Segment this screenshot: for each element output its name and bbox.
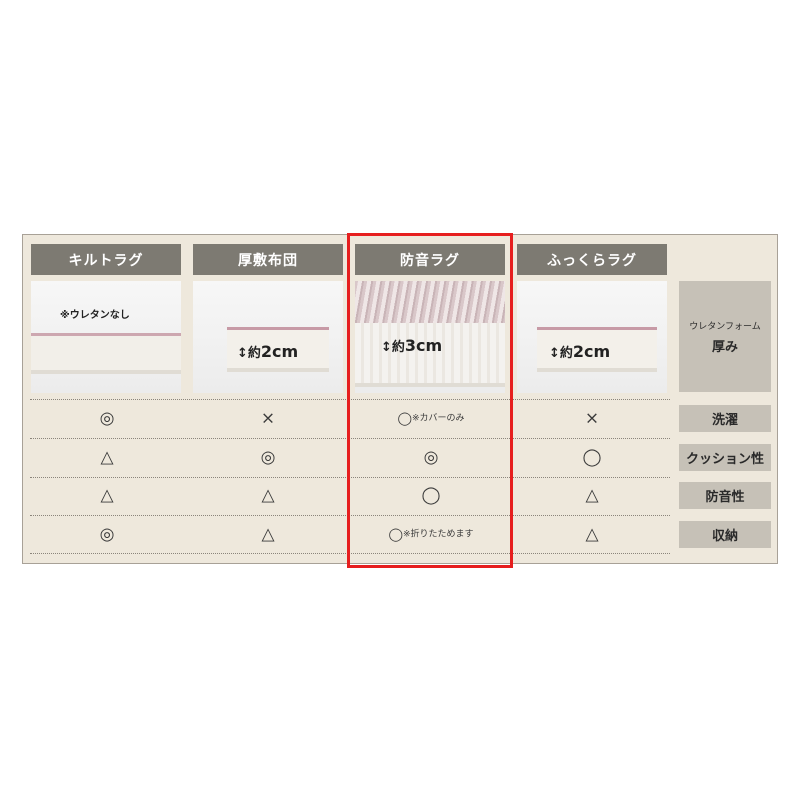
photo-thick-futon (193, 281, 343, 393)
photo-quilt-rug (31, 281, 181, 393)
rating-storage-thick-futon: △ (261, 524, 275, 545)
arrow-icon: ↕ (237, 346, 248, 361)
highlight-box-soundproof-rug (347, 233, 513, 568)
thickness-label-fluffy-rug: ↕約2cm (549, 342, 611, 361)
arrow-icon: ↕ (549, 346, 560, 361)
rating-soundproof-thick-futon: △ (261, 485, 275, 506)
column-header-thick-futon: 厚敷布団 (193, 244, 343, 275)
row-label-washing: 洗濯 (679, 405, 771, 432)
rating-soundproof-fluffy-rug: △ (585, 485, 599, 506)
rating-storage-fluffy-rug: △ (585, 524, 599, 545)
row-label-storage: 収納 (679, 521, 771, 548)
row-label-cushion: クッション性 (679, 444, 771, 471)
column-header-quilt-rug: キルトラグ (31, 244, 181, 275)
rating-cushion-quilt-rug: △ (100, 447, 114, 468)
rating-storage-quilt-rug: ◎ (99, 524, 115, 545)
no-urethane-note: ※ウレタンなし (60, 310, 130, 321)
rating-cushion-fluffy-rug: ◯ (582, 447, 602, 468)
rating-washing-fluffy-rug: × (584, 408, 600, 429)
thickness-label-thick-futon: ↕約2cm (237, 342, 299, 361)
rating-washing-thick-futon: × (260, 408, 276, 429)
rating-washing-quilt-rug: ◎ (99, 408, 115, 429)
side-label-urethane-thickness: ウレタンフォーム 厚み (679, 281, 771, 392)
column-header-fluffy-rug: ふっくらラグ (517, 244, 667, 275)
row-label-soundproofing: 防音性 (679, 482, 771, 509)
rating-cushion-thick-futon: ◎ (260, 447, 276, 468)
rating-soundproof-quilt-rug: △ (100, 485, 114, 506)
photo-fluffy-rug (517, 281, 667, 393)
